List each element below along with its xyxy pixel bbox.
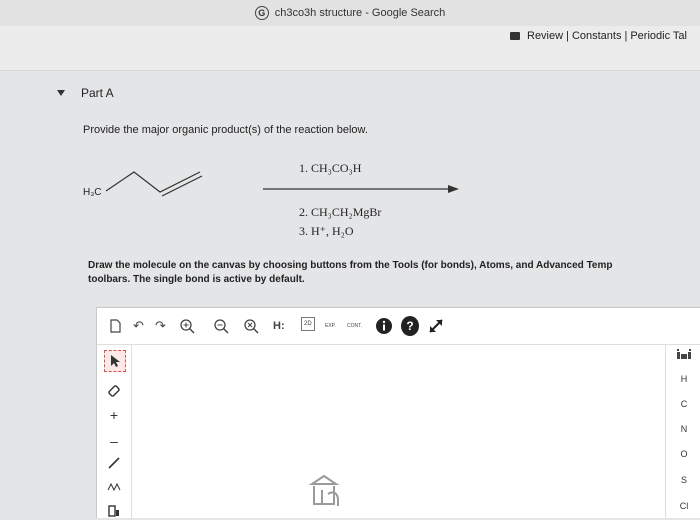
eraser-icon[interactable] (105, 382, 123, 400)
zoom-out-icon[interactable] (213, 316, 229, 336)
2d-view-button[interactable]: 2D (301, 317, 315, 331)
part-a-label: Part A (81, 86, 114, 100)
zoom-in-icon[interactable] (179, 316, 195, 336)
atom-cl[interactable]: Cl (666, 501, 700, 511)
reagent-step-1: 1. CH₃CO₃H (299, 161, 362, 175)
top-bar: Review | Constants | Periodic Tal (0, 26, 700, 71)
info-icon[interactable] (375, 316, 393, 336)
question-text: Provide the major organic product(s) of … (83, 124, 368, 136)
review-link[interactable]: Review (527, 30, 563, 42)
google-icon: G (254, 6, 269, 20)
explicit-hydrogens-button[interactable]: H: (273, 316, 285, 336)
molecule-editor: ↶ ↷ H: 2D EXP. CONT. ? + – H C N O S Cl (96, 307, 700, 518)
periodic-table-icon[interactable] (666, 348, 700, 362)
separator: | (566, 30, 569, 42)
contract-button[interactable]: CONT. (347, 316, 362, 336)
zoom-fit-icon[interactable] (243, 316, 259, 336)
window-title-bar: G ch3co3h structure - Google Search (0, 0, 700, 27)
reaction-arrow (263, 185, 459, 193)
atom-s[interactable]: S (666, 475, 700, 485)
negative-charge-icon[interactable]: – (105, 432, 123, 450)
reagent-step-3: 3. H⁺, H₂O (299, 224, 354, 238)
separator: | (624, 30, 628, 42)
single-bond-icon[interactable] (105, 454, 123, 472)
fullscreen-icon[interactable] (427, 316, 445, 336)
expand-button[interactable]: EXP. (325, 316, 336, 336)
part-a-header[interactable]: Part A (57, 86, 114, 100)
atom-n[interactable]: N (666, 424, 700, 434)
ring-template-icon[interactable] (105, 502, 123, 520)
select-tool-icon[interactable] (104, 350, 126, 372)
constants-link[interactable]: Constants (572, 30, 622, 42)
editor-logo-icon (308, 474, 340, 506)
chain-tool-icon[interactable] (105, 478, 123, 496)
resource-links: Review | Constants | Periodic Tal (510, 30, 687, 42)
positive-charge-icon[interactable]: + (105, 406, 123, 424)
clear-canvas-icon[interactable] (109, 316, 122, 336)
atom-c[interactable]: C (666, 399, 700, 409)
tools-toolbar: + – (97, 344, 132, 518)
periodic-table-link[interactable]: Periodic Tal (630, 30, 687, 42)
window-title: ch3co3h structure - Google Search (274, 7, 446, 19)
instructions-line-1: Draw the molecule on the canvas by choos… (88, 260, 613, 271)
atoms-toolbar: H C N O S Cl (665, 344, 700, 518)
reagent-step-2: 2. CH₃CH₂MgBr (299, 205, 382, 219)
instructions-line-2: toolbars. The single bond is active by d… (88, 274, 305, 285)
help-icon[interactable]: ? (401, 316, 419, 336)
book-icon (510, 32, 520, 40)
reaction-scheme: H₃C 1. CH₃CO₃H 2. CH₃CH₂MgBr 3. H⁺, H₂O (82, 150, 502, 260)
undo-icon[interactable]: ↶ (133, 316, 144, 336)
drawing-instructions: Draw the molecule on the canvas by choos… (88, 259, 700, 287)
editor-toolbar: ↶ ↷ H: 2D EXP. CONT. ? (97, 308, 700, 345)
reactant-label: H₃C (83, 187, 102, 198)
redo-icon[interactable]: ↷ (155, 316, 166, 336)
reactant-structure (105, 171, 203, 197)
collapse-triangle-icon[interactable] (57, 90, 65, 96)
atom-o[interactable]: O (666, 449, 700, 459)
atom-h[interactable]: H (666, 374, 700, 384)
